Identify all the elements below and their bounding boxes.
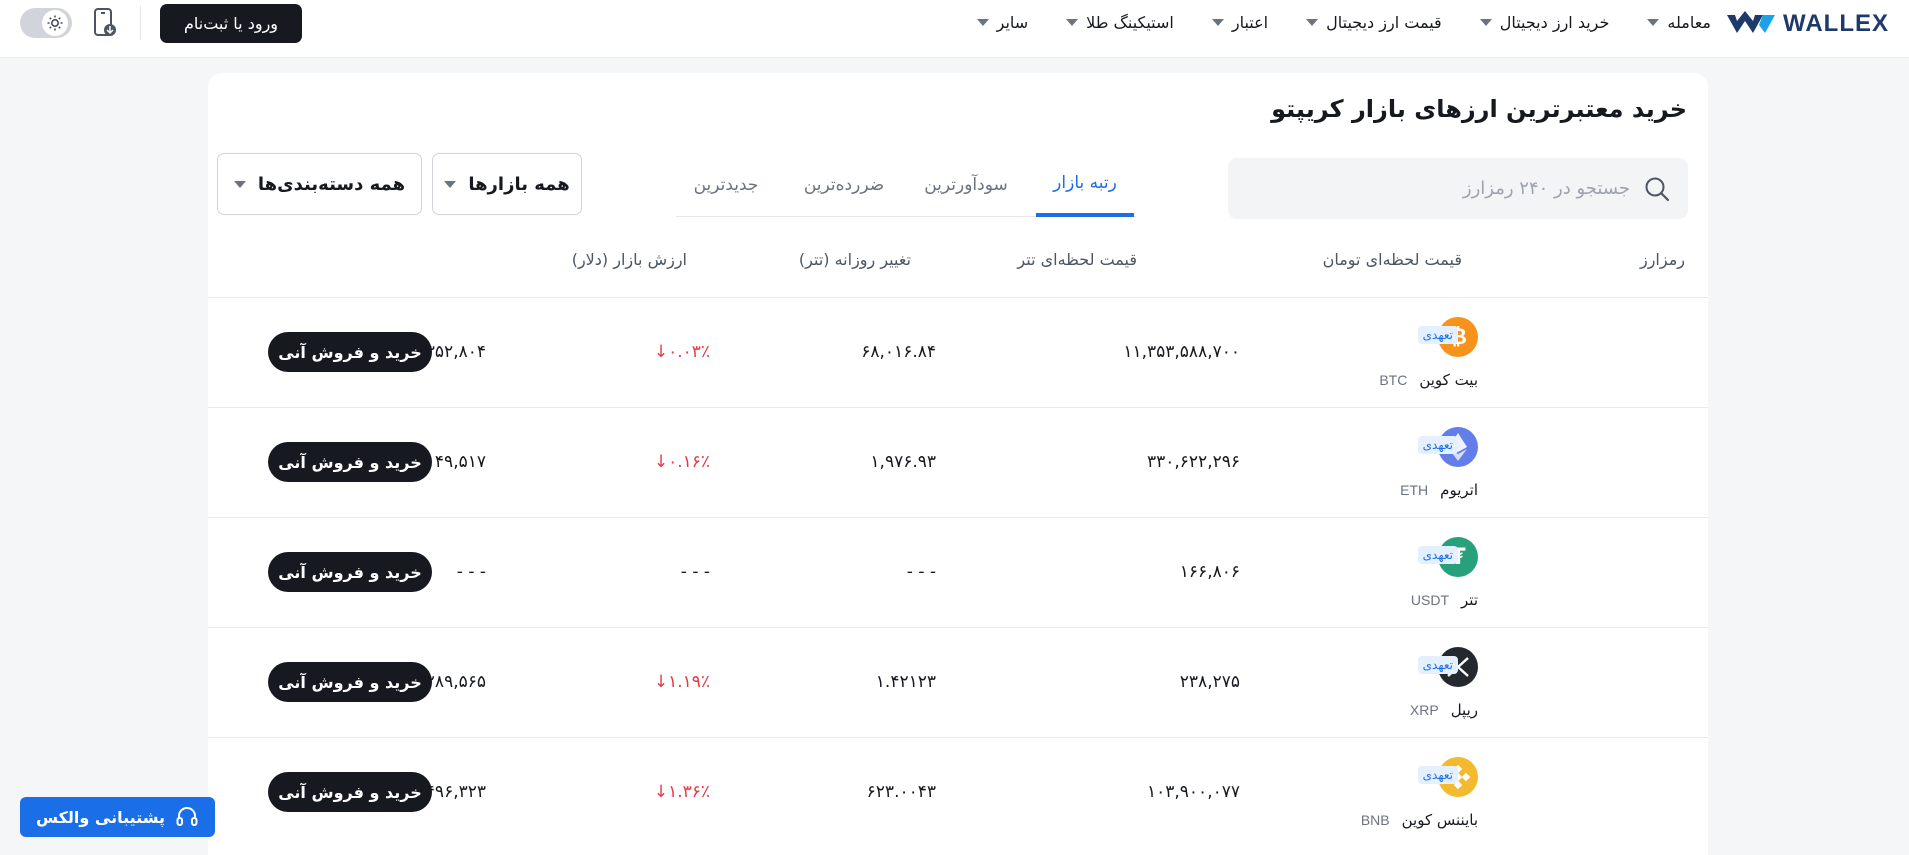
chevron-down-icon	[1211, 18, 1224, 26]
table-row[interactable]: ₮ تعهدی تتر USDT ۱۶۶,۸۰۶ - - - - - - - -…	[208, 517, 1708, 627]
mobile-app-download-icon[interactable]	[92, 8, 118, 38]
chevron-down-icon	[1647, 18, 1660, 26]
top-header: WALLEX معامله خرید ارز دیجیتال قیمت ارز …	[0, 0, 1909, 58]
instant-trade-button[interactable]: خرید و فروش آنی	[268, 332, 432, 372]
toman-price: ۱۰۳,۹۰۰,۰۷۷	[1147, 782, 1240, 802]
search-input[interactable]	[1270, 178, 1630, 199]
nav-item-buy-crypto[interactable]: خرید ارز دیجیتال	[1479, 12, 1610, 32]
nav-item-label: معامله	[1667, 12, 1711, 32]
futures-badge: تعهدی	[1417, 326, 1458, 344]
usdt-price: - - -	[906, 562, 936, 582]
nav-item-label: استیکینگ طلا	[1086, 12, 1174, 32]
tab-newest[interactable]: جدیدترین	[676, 152, 776, 217]
brand-name: WALLEX	[1783, 10, 1889, 37]
coin-search[interactable]	[1228, 158, 1688, 219]
coin-symbol: XRP	[1409, 702, 1439, 718]
wallex-logo-icon	[1727, 11, 1775, 33]
chevron-down-icon	[976, 18, 989, 26]
login-register-button[interactable]: ورود یا ثبت‌نام	[160, 4, 302, 43]
wallex-logo[interactable]: WALLEX	[1725, 10, 1889, 38]
headset-icon	[176, 807, 198, 826]
theme-toggle[interactable]	[20, 8, 72, 38]
coin-symbol: BNB	[1360, 812, 1390, 828]
coin-name-fa: تتر	[1461, 591, 1478, 609]
coin-name: ریپل XRP	[1410, 701, 1478, 719]
coin-symbol: USDT	[1410, 592, 1450, 608]
chevron-down-icon	[1066, 18, 1079, 26]
main-nav: معامله خرید ارز دیجیتال قیمت ارز دیجیتال…	[976, 0, 1711, 44]
coin-name: بیت کوین BTC	[1379, 371, 1478, 389]
nav-item-gold-staking[interactable]: استیکینگ طلا	[1066, 13, 1174, 32]
futures-badge: تعهدی	[1417, 436, 1458, 454]
support-chat-button[interactable]: پشتیبانی والکس	[20, 797, 215, 837]
nav-item-credit[interactable]: اعتبار	[1211, 12, 1269, 32]
search-icon	[1645, 177, 1670, 201]
categories-filter-label: همه دسته‌بندی‌ها	[257, 173, 406, 195]
chevron-down-icon	[1306, 18, 1319, 26]
nav-item-label: سایر	[996, 12, 1029, 32]
usdt-price: ۱.۴۲۱۲۳	[875, 672, 936, 692]
nav-item-other[interactable]: سایر	[976, 12, 1029, 32]
coin-name-fa: بایننس کوین	[1401, 811, 1478, 829]
markets-filter-dropdown[interactable]: همه بازارها	[432, 153, 582, 215]
toman-price: ۲۳۸,۲۷۵	[1179, 672, 1240, 692]
table-row[interactable]: تعهدی اتریوم ETH ۳۳۰,۶۲۲,۲۹۶ ۱,۹۷۶.۹۳ ↓۰…	[208, 407, 1708, 517]
futures-badge: تعهدی	[1417, 546, 1458, 564]
table-row[interactable]: ₿ تعهدی بیت کوین BTC ۱۱,۳۵۳,۵۸۸,۷۰۰ ۶۸,۰…	[208, 297, 1708, 407]
sun-icon	[47, 15, 63, 31]
coin-name-fa: اتریوم	[1440, 481, 1478, 499]
instant-trade-button[interactable]: خرید و فروش آنی	[268, 662, 432, 702]
page-title: خرید معتبرترین ارزهای بازار کریپتو	[1271, 95, 1687, 123]
sort-tabs: رتبه بازار سودآورترین ضررده‌ترین جدیدتری…	[676, 152, 1136, 217]
column-header-coin: رمزارز	[1639, 250, 1685, 269]
instant-trade-button[interactable]: خرید و فروش آنی	[268, 772, 432, 812]
tab-market-rank[interactable]: رتبه بازار	[1036, 152, 1134, 217]
header-divider	[140, 6, 141, 40]
nav-item-label: خرید ارز دیجیتال	[1499, 12, 1610, 32]
coin-name-fa: بیت کوین	[1419, 371, 1478, 389]
theme-toggle-knob	[42, 10, 68, 36]
coin-symbol: BTC	[1379, 372, 1408, 388]
nav-item-label: اعتبار	[1231, 12, 1269, 32]
table-row[interactable]: تعهدی ریپل XRP ۲۳۸,۲۷۵ ۱.۴۲۱۲۳ ↓۱.۱۹٪ ۸۵…	[208, 627, 1708, 737]
daily-change: ↓۰.۰۳٪	[653, 342, 710, 362]
daily-change: - - -	[680, 562, 710, 582]
market-cap: - - -	[456, 562, 486, 582]
tab-top-losers[interactable]: ضررده‌ترین	[794, 152, 894, 217]
table-row[interactable]: تعهدی بایننس کوین BNB ۱۰۳,۹۰۰,۰۷۷ ۶۲۳.۰۰…	[208, 737, 1708, 847]
coin-name-fa: ریپل	[1450, 701, 1478, 719]
nav-item-label: قیمت ارز دیجیتال	[1326, 12, 1442, 32]
daily-change: ↓۰.۱۶٪	[653, 452, 710, 472]
markets-filter-label: همه بازارها	[468, 173, 570, 195]
chevron-down-icon	[1479, 18, 1492, 26]
usdt-price: ۶۸,۰۱۶.۸۴	[861, 342, 936, 362]
toman-price: ۱۱,۳۵۳,۵۸۸,۷۰۰	[1123, 342, 1240, 362]
column-header-toman-price: قیمت لحظه‌ای تومان	[1322, 250, 1462, 269]
coin-name: اتریوم ETH	[1400, 481, 1478, 499]
instant-trade-button[interactable]: خرید و فروش آنی	[268, 552, 432, 592]
daily-change: ↓۱.۱۹٪	[653, 672, 710, 692]
coin-name: بایننس کوین BNB	[1361, 811, 1478, 829]
tab-top-gainers[interactable]: سودآورترین	[916, 152, 1016, 217]
usdt-price: ۱,۹۷۶.۹۳	[870, 452, 936, 472]
support-label: پشتیبانی والکس	[36, 807, 166, 827]
nav-item-crypto-price[interactable]: قیمت ارز دیجیتال	[1306, 13, 1442, 32]
toman-price: ۱۶۶,۸۰۶	[1179, 562, 1240, 582]
usdt-price: ۶۲۳.۰۰۴۳	[866, 782, 936, 802]
column-header-daily-change: تغییر روزانه (تتر)	[798, 250, 911, 269]
futures-badge: تعهدی	[1417, 656, 1458, 674]
chevron-down-icon	[444, 180, 457, 188]
coin-name: تتر USDT	[1411, 591, 1478, 609]
futures-badge: تعهدی	[1417, 766, 1458, 784]
instant-trade-button[interactable]: خرید و فروش آنی	[268, 442, 432, 482]
column-header-usdt-price: قیمت لحظه‌ای تتر	[1017, 250, 1137, 269]
column-header-market-cap: ارزش بازار (دلار)	[571, 250, 687, 269]
daily-change: ↓۱.۳۶٪	[653, 782, 710, 802]
coin-symbol: ETH	[1400, 482, 1429, 498]
toman-price: ۳۳۰,۶۲۲,۲۹۶	[1147, 452, 1240, 472]
chevron-down-icon	[233, 180, 246, 188]
categories-filter-dropdown[interactable]: همه دسته‌بندی‌ها	[217, 153, 422, 215]
nav-item-trade[interactable]: معامله	[1647, 13, 1711, 32]
